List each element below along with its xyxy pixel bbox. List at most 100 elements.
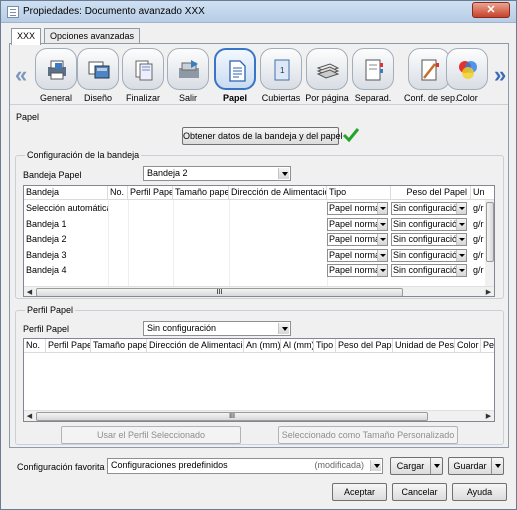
tipo-select[interactable]: Papel normal <box>327 218 388 231</box>
icon-per-page[interactable]: Por página <box>302 48 352 103</box>
profile-section-label: Perfil Papel <box>25 305 76 315</box>
icon-paper[interactable]: Papel <box>210 48 260 103</box>
cell-bandeja: Bandeja 2 <box>26 234 67 244</box>
scroll-left-arrow-icon[interactable]: ◀ <box>25 412 34 421</box>
tray-config-label: Configuración de la bandeja <box>25 150 142 160</box>
cell-bandeja: Selección automática <box>26 203 108 213</box>
tray-table: Bandeja No. Perfil Papel Tamaño papel Di… <box>23 185 495 297</box>
col-header-per[interactable]: Per <box>481 339 494 353</box>
col-header-unidad[interactable]: Unidad de Peso <box>393 339 455 353</box>
tab-advanced-options[interactable]: Opciones avanzadas <box>44 28 141 44</box>
peso-value: Sin configuración <box>393 219 463 229</box>
icon-color[interactable]: Color <box>442 48 492 103</box>
icon-separator[interactable]: Separad. <box>348 48 398 103</box>
help-button[interactable]: Ayuda <box>452 483 507 501</box>
cell-unidad: g/r <box>473 234 484 244</box>
icon-label-covers: Cubiertas <box>261 93 301 103</box>
close-button[interactable]: ✕ <box>472 2 510 18</box>
scroll-right-arrow-icon[interactable]: ▶ <box>484 412 493 421</box>
chevron-down-icon <box>456 250 466 261</box>
cell-unidad: g/r <box>473 265 484 275</box>
col-header-an[interactable]: An (mm) <box>244 339 281 353</box>
get-tray-data-button[interactable]: Obtener datos de la bandeja y del papel <box>182 127 343 145</box>
scroll-thumb[interactable]: III <box>36 288 403 296</box>
load-button[interactable]: Cargar <box>390 457 443 475</box>
icon-finishing[interactable]: Finalizar <box>118 48 168 103</box>
checkmark-icon <box>342 128 360 143</box>
peso-select[interactable]: Sin configuración <box>391 264 467 277</box>
layout-icon <box>88 61 110 79</box>
svg-text:1: 1 <box>280 66 285 75</box>
col-header-unidad[interactable]: Un <box>471 186 494 200</box>
col-header-peso[interactable]: Peso del Papel <box>391 186 471 200</box>
printer-icon <box>48 60 66 80</box>
col-header-bandeja[interactable]: Bandeja <box>24 186 108 200</box>
peso-value: Sin configuración <box>393 234 463 244</box>
col-header-direccion[interactable]: Dirección de Alimentación <box>147 339 244 353</box>
col-header-tamano[interactable]: Tamaño papel <box>91 339 147 353</box>
peso-select[interactable]: Sin configuración <box>391 218 467 231</box>
cell-unidad: g/r <box>473 203 484 213</box>
divider <box>10 104 508 105</box>
tipo-select[interactable]: Papel normal <box>327 233 388 246</box>
custom-size-button[interactable]: Seleccionado como Tamaño Personalizado <box>278 426 458 444</box>
paper-icon <box>229 60 246 82</box>
color-icon <box>459 61 477 79</box>
icon-label-finishing: Finalizar <box>125 93 160 103</box>
icon-output[interactable]: Salir <box>163 48 213 103</box>
tray-paper-select[interactable]: Bandeja 2 <box>143 166 291 181</box>
peso-select[interactable]: Sin configuración <box>391 202 467 215</box>
col-header-peso[interactable]: Peso del Papel <box>336 339 393 353</box>
chevron-down-icon <box>377 203 387 214</box>
peso-select[interactable]: Sin configuración <box>391 249 467 262</box>
scroll-right-icon[interactable]: » <box>494 62 506 88</box>
tab-panel: « General Diseño Finalizar Salir Papel 1… <box>9 43 509 448</box>
col-header-tamano[interactable]: Tamaño papel <box>173 186 229 200</box>
col-header-tipo[interactable]: Tipo <box>314 339 336 353</box>
tab-xxx[interactable]: XXX <box>11 28 42 45</box>
chevron-down-icon[interactable] <box>491 458 503 474</box>
scroll-left-arrow-icon[interactable]: ◀ <box>25 288 34 296</box>
scroll-right-arrow-icon[interactable]: ▶ <box>484 288 493 296</box>
save-button[interactable]: Guardar <box>448 457 504 475</box>
cancel-button[interactable]: Cancelar <box>392 483 447 501</box>
profile-table-hscrollbar[interactable]: ◀ III ▶ <box>24 410 494 421</box>
icon-layout[interactable]: Diseño <box>73 48 123 103</box>
cell-bandeja: Bandeja 3 <box>26 250 67 260</box>
properties-window: Propiedades: Documento avanzado XXX ✕ XX… <box>0 0 517 510</box>
peso-select[interactable]: Sin configuración <box>391 233 467 246</box>
tipo-select[interactable]: Papel normal <box>327 202 388 215</box>
chevron-down-icon <box>377 265 387 276</box>
col-header-no[interactable]: No. <box>108 186 128 200</box>
chevron-down-icon <box>377 234 387 245</box>
tray-table-vscrollbar[interactable] <box>485 200 494 286</box>
chevron-down-icon[interactable] <box>430 458 442 474</box>
icon-label-color: Color <box>456 93 478 103</box>
icon-covers[interactable]: 1 Cubiertas <box>256 48 306 103</box>
icon-label-paper: Papel <box>222 93 247 103</box>
icon-label-separator: Separad. <box>354 93 392 103</box>
load-label: Cargar <box>396 461 425 471</box>
cell-bandeja: Bandeja 1 <box>26 219 67 229</box>
col-header-tipo[interactable]: Tipo <box>327 186 391 200</box>
col-header-perfil[interactable]: Perfil Papel <box>128 186 173 200</box>
use-profile-button[interactable]: Usar el Perfil Seleccionado <box>61 426 241 444</box>
col-header-no[interactable]: No. <box>24 339 46 353</box>
output-icon <box>179 60 199 78</box>
icon-label-per-page: Por página <box>305 93 349 103</box>
col-header-perfil[interactable]: Perfil Papel <box>46 339 91 353</box>
tray-table-hscrollbar[interactable]: ◀ III ▶ <box>24 286 494 296</box>
tray-paper-label: Bandeja Papel <box>23 170 82 180</box>
profile-table: No. Perfil Papel Tamaño papel Dirección … <box>23 338 495 422</box>
scroll-thumb[interactable]: III <box>36 412 428 421</box>
scroll-left-icon[interactable]: « <box>15 62 27 88</box>
col-header-al[interactable]: Al (mm) <box>281 339 314 353</box>
tipo-select[interactable]: Papel normal <box>327 264 388 277</box>
tipo-select[interactable]: Papel normal <box>327 249 388 262</box>
col-header-color[interactable]: Color <box>455 339 481 353</box>
col-header-direccion[interactable]: Dirección de Alimentación <box>229 186 327 200</box>
favorite-select[interactable]: Configuraciones predefinidos (modificada… <box>107 458 383 474</box>
tipo-value: Papel normal <box>329 250 383 260</box>
profile-select[interactable]: Sin configuración <box>143 321 291 336</box>
accept-button[interactable]: Aceptar <box>332 483 387 501</box>
